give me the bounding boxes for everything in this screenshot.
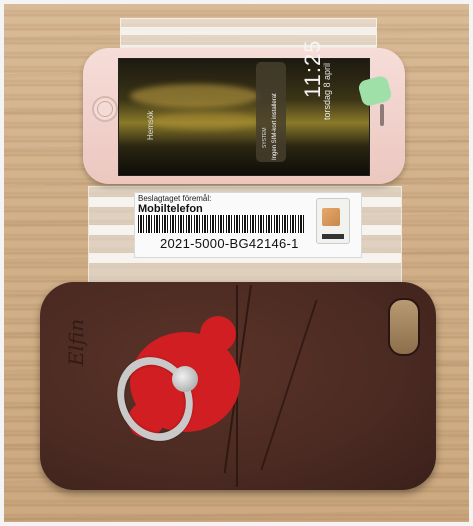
- photo-scene: SYSTEM Ingen SIM-kort installerat 11:25 …: [0, 0, 473, 526]
- photo-border: [0, 0, 473, 526]
